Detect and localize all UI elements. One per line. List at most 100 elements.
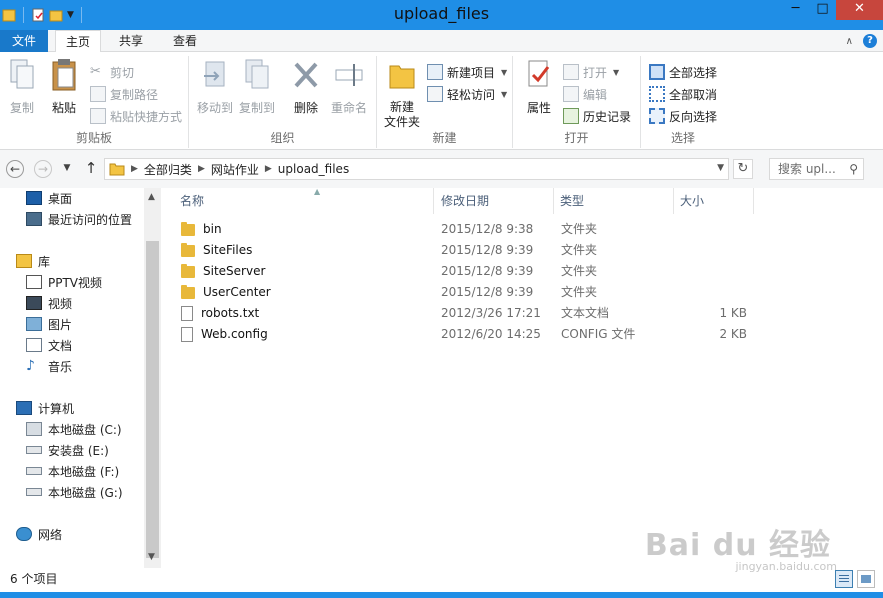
scroll-up-chevron-icon[interactable]: ▲ — [148, 192, 155, 202]
select-none-button[interactable]: 全部取消 — [649, 84, 717, 104]
file-name-cell[interactable]: SiteServer — [181, 261, 265, 282]
column-header-date[interactable]: 修改日期 — [435, 188, 554, 214]
file-name-cell[interactable]: Web.config — [181, 324, 268, 345]
copy-button[interactable]: 复制 — [6, 58, 38, 116]
edit-button[interactable]: 编辑 — [563, 84, 607, 104]
file-name-cell[interactable]: UserCenter — [181, 282, 271, 303]
rename-button[interactable]: 重命名 — [329, 58, 369, 116]
back-arrow-icon[interactable]: ← — [6, 160, 24, 178]
file-list: ▲ 名称 修改日期 类型 大小 bin 2015/12/8 9:38 文件夹 Site… — [161, 187, 883, 568]
address-bar[interactable]: ▶ 全部归类 ▶ 网站作业 ▶ upload_files ▼ — [104, 158, 729, 180]
new-folder-button[interactable]: 新建 文件夹 — [381, 58, 423, 130]
dropdown-arrow-icon: ▼ — [613, 67, 620, 77]
up-arrow-icon[interactable]: ↑ — [82, 160, 100, 178]
forward-arrow-icon[interactable]: → — [34, 160, 52, 178]
file-date-cell: 2015/12/8 9:39 — [441, 264, 534, 278]
nav-item-computer[interactable]: 计算机 — [16, 398, 74, 418]
nav-item-pptv-video[interactable]: PPTV视频 — [26, 272, 102, 292]
column-header-type[interactable]: 类型 — [554, 188, 674, 214]
nav-item-pictures[interactable]: 图片 — [26, 314, 72, 334]
delete-button[interactable]: 删除 — [289, 58, 323, 116]
paste-button[interactable]: 粘贴 — [47, 58, 81, 116]
network-icon — [16, 527, 32, 541]
pictures-icon — [26, 317, 42, 331]
edit-icon — [563, 86, 579, 102]
nav-item-desktop[interactable]: 桌面 — [26, 188, 72, 208]
cut-button[interactable]: ✂ 剪切 — [90, 62, 134, 82]
table-row[interactable]: UserCenter 2015/12/8 9:39 文件夹 — [175, 282, 775, 303]
nav-pane-scrollbar[interactable]: ▲ ▼ — [144, 188, 161, 568]
nav-item-recent-places[interactable]: 最近访问的位置 — [26, 209, 132, 229]
table-row[interactable]: Web.config 2012/6/20 14:25 CONFIG 文件 2 KB — [175, 324, 775, 345]
address-history-chevron-icon[interactable]: ▼ — [717, 163, 724, 173]
nav-item-drive-g[interactable]: 本地磁盘 (G:) — [26, 482, 123, 502]
select-group-label: 选择 — [670, 131, 695, 145]
table-row[interactable]: SiteServer 2015/12/8 9:39 文件夹 — [175, 261, 775, 282]
tab-file[interactable]: 文件 — [0, 30, 48, 52]
nav-item-drive-c[interactable]: 本地磁盘 (C:) — [26, 419, 122, 439]
nav-item-network[interactable]: 网络 — [16, 524, 62, 544]
move-to-button[interactable]: 移动到 — [195, 58, 235, 116]
breadcrumb-separator-icon[interactable]: ▶ — [265, 164, 272, 174]
new-folder-icon — [389, 65, 415, 89]
file-name: SiteFiles — [203, 243, 253, 257]
nav-item-documents[interactable]: 文档 — [26, 335, 72, 355]
close-button[interactable]: ✕ — [836, 0, 883, 20]
column-header-name[interactable]: ▲ 名称 — [174, 187, 434, 214]
breadcrumb-item[interactable]: upload_files — [278, 162, 349, 176]
file-name-cell[interactable]: robots.txt — [181, 303, 259, 324]
tab-share[interactable]: 共享 — [108, 30, 154, 52]
copy-path-button[interactable]: 复制路径 — [90, 84, 158, 104]
table-row[interactable]: bin 2015/12/8 9:38 文件夹 — [175, 219, 775, 240]
nav-item-videos[interactable]: 视频 — [26, 293, 72, 313]
windows-drive-icon — [26, 422, 42, 436]
select-all-button[interactable]: 全部选择 — [649, 62, 717, 82]
easy-access-button[interactable]: 轻松访问 ▼ — [427, 84, 507, 104]
tab-view[interactable]: 查看 — [162, 30, 208, 52]
file-name-cell[interactable]: SiteFiles — [181, 240, 252, 261]
breadcrumb-item[interactable]: 网站作业 — [211, 161, 259, 178]
history-button[interactable]: 历史记录 — [563, 106, 631, 126]
open-button[interactable]: 打开 ▼ — [563, 62, 619, 82]
table-row[interactable]: SiteFiles 2015/12/8 9:39 文件夹 — [175, 240, 775, 261]
search-icon[interactable]: ⚲ — [849, 159, 858, 179]
search-input[interactable]: 搜索 upl... ⚲ — [769, 158, 864, 180]
breadcrumb-separator-icon[interactable]: ▶ — [131, 164, 138, 174]
copy-to-button[interactable]: 复制到 — [237, 58, 277, 116]
properties-button[interactable]: 属性 — [519, 58, 559, 116]
file-size-cell — [681, 219, 747, 240]
organize-group-label: 组织 — [270, 131, 295, 145]
file-date-cell: 2015/12/8 9:39 — [441, 243, 534, 257]
invert-selection-button[interactable]: 反向选择 — [649, 106, 717, 126]
new-folder-icon[interactable] — [49, 7, 63, 23]
new-item-button[interactable]: 新建项目 ▼ — [427, 62, 507, 82]
file-name: Web.config — [201, 327, 268, 341]
breadcrumb-separator-icon[interactable]: ▶ — [198, 164, 205, 174]
customize-qat-chevron-icon[interactable]: ▼ — [67, 10, 74, 20]
minimize-ribbon-chevron-icon[interactable]: ∧ — [846, 36, 853, 47]
tab-home[interactable]: 主页 — [55, 30, 101, 53]
properties-icon[interactable] — [31, 7, 45, 23]
table-row[interactable]: robots.txt 2012/3/26 17:21 文本文档 1 KB — [175, 303, 775, 324]
title-bar: ▼ upload_files ─ □ ✕ — [0, 0, 883, 30]
refresh-icon[interactable]: ↻ — [733, 159, 753, 179]
nav-item-music[interactable]: ♪ 音乐 — [26, 356, 72, 376]
quick-access-toolbar: ▼ — [0, 5, 85, 25]
details-view-icon[interactable] — [835, 570, 853, 588]
maximize-button[interactable]: □ — [809, 0, 836, 20]
nav-item-drive-f[interactable]: 本地磁盘 (F:) — [26, 461, 119, 481]
scrollbar-thumb[interactable] — [146, 241, 159, 558]
delete-x-icon — [294, 62, 318, 88]
nav-item-drive-e[interactable]: 安装盘 (E:) — [26, 440, 109, 460]
config-file-icon — [181, 327, 193, 342]
recent-locations-chevron-icon[interactable]: ▼ — [60, 160, 74, 178]
minimize-button[interactable]: ─ — [782, 0, 809, 20]
scroll-down-chevron-icon[interactable]: ▼ — [148, 552, 155, 562]
column-header-size[interactable]: 大小 — [674, 188, 754, 214]
file-name-cell[interactable]: bin — [181, 219, 222, 240]
breadcrumb-item[interactable]: 全部归类 — [144, 161, 192, 178]
nav-item-libraries[interactable]: 库 — [16, 251, 50, 271]
paste-shortcut-button[interactable]: 粘贴快捷方式 — [90, 106, 182, 126]
large-icons-view-icon[interactable] — [857, 570, 875, 588]
help-icon[interactable]: ? — [863, 34, 877, 48]
